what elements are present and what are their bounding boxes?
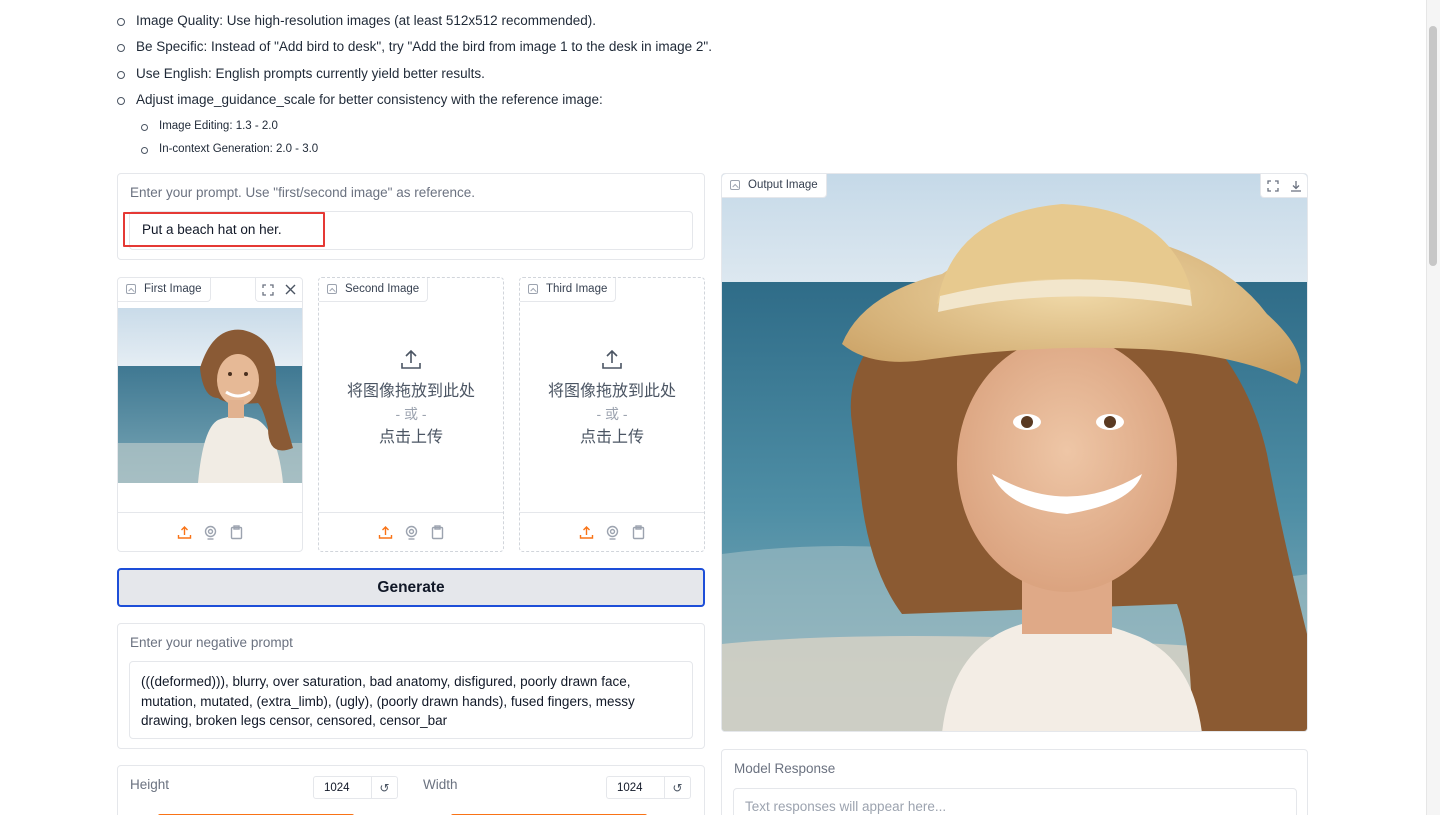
third-image-tag: Third Image xyxy=(520,278,617,302)
reset-icon[interactable]: ↺ xyxy=(665,777,690,798)
output-controls xyxy=(1260,174,1307,198)
fullscreen-icon[interactable] xyxy=(256,278,279,301)
tip-item: Image Quality: Use high-resolution image… xyxy=(114,10,712,36)
drop-text: 将图像拖放到此处 xyxy=(547,383,676,400)
generate-button[interactable]: Generate xyxy=(117,568,705,607)
clipboard-icon[interactable] xyxy=(429,524,445,540)
third-image-label: Third Image xyxy=(546,283,608,295)
second-image-footer xyxy=(319,512,503,551)
output-image-label: Output Image xyxy=(748,179,818,191)
upload-icon[interactable] xyxy=(176,524,192,540)
download-icon[interactable] xyxy=(1284,174,1307,197)
drop-text: 将图像拖放到此处 xyxy=(346,383,475,400)
webcam-icon[interactable] xyxy=(604,524,620,540)
third-image-dropzone[interactable]: 将图像拖放到此处 - 或 - 点击上传 xyxy=(520,348,704,449)
prompt-label: Enter your prompt. Use "first/second ima… xyxy=(130,185,475,200)
height-label: Height xyxy=(130,777,170,792)
page-scrollbar[interactable] xyxy=(1426,0,1440,815)
click-upload-text: 点击上传 xyxy=(579,429,644,446)
image-icon xyxy=(528,284,538,294)
third-image-card[interactable]: Third Image 将图像拖放到此处 - 或 - 点击上传 xyxy=(519,277,705,552)
fullscreen-icon[interactable] xyxy=(1261,174,1284,197)
negative-prompt-label: Enter your negative prompt xyxy=(130,635,293,650)
tip-subitem: Image Editing: 1.3 - 2.0 xyxy=(114,115,712,138)
drop-or-text: - 或 - xyxy=(395,406,427,422)
scrollbar-thumb[interactable] xyxy=(1429,26,1437,266)
prompt-panel: Enter your prompt. Use "first/second ima… xyxy=(117,173,705,260)
second-image-tag: Second Image xyxy=(319,278,429,302)
upload-icon xyxy=(602,349,622,369)
second-image-card[interactable]: Second Image 将图像拖放到此处 - 或 - 点击上传 xyxy=(318,277,504,552)
tip-subitem: In-context Generation: 2.0 - 3.0 xyxy=(114,138,712,161)
height-input-group: 1024 ↺ xyxy=(313,776,398,799)
click-upload-text: 点击上传 xyxy=(378,429,443,446)
upload-icon[interactable] xyxy=(377,524,393,540)
output-image-panel: Output Image xyxy=(721,173,1308,732)
drop-or-text: - 或 - xyxy=(596,406,628,422)
first-image-photo xyxy=(118,308,302,483)
webcam-icon[interactable] xyxy=(403,524,419,540)
first-image-tag: First Image xyxy=(118,278,211,302)
clipboard-icon[interactable] xyxy=(228,524,244,540)
model-response-label: Model Response xyxy=(734,761,836,776)
first-image-card[interactable]: First Image xyxy=(117,277,303,552)
close-icon[interactable] xyxy=(279,278,302,301)
width-input[interactable]: 1024 xyxy=(607,777,665,798)
output-photo xyxy=(722,174,1307,731)
tip-item: Adjust image_guidance_scale for better c… xyxy=(114,89,712,115)
image-icon xyxy=(327,284,337,294)
first-image-controls xyxy=(255,278,302,302)
image-icon xyxy=(730,180,740,190)
model-response-panel: Model Response Text responses will appea… xyxy=(721,749,1308,815)
upload-icon[interactable] xyxy=(578,524,594,540)
prompt-input[interactable]: Put a beach hat on her. xyxy=(129,211,693,250)
negative-prompt-input[interactable]: (((deformed))), blurry, over saturation,… xyxy=(129,661,693,739)
model-response-box[interactable]: Text responses will appear here... xyxy=(733,788,1297,815)
size-panel: Height 1024 ↺ Width 1024 ↺ xyxy=(117,765,705,815)
tip-item: Be Specific: Instead of "Add bird to des… xyxy=(114,36,712,62)
third-image-footer xyxy=(520,512,704,551)
webcam-icon[interactable] xyxy=(202,524,218,540)
second-image-dropzone[interactable]: 将图像拖放到此处 - 或 - 点击上传 xyxy=(319,348,503,449)
tips-list: Image Quality: Use high-resolution image… xyxy=(114,10,712,161)
clipboard-icon[interactable] xyxy=(630,524,646,540)
output-image-tag: Output Image xyxy=(722,174,827,198)
first-image-label: First Image xyxy=(144,283,202,295)
tip-item: Use English: English prompts currently y… xyxy=(114,63,712,89)
image-icon xyxy=(126,284,136,294)
reset-icon[interactable]: ↺ xyxy=(372,777,397,798)
second-image-label: Second Image xyxy=(345,283,420,295)
width-label: Width xyxy=(423,777,458,792)
width-input-group: 1024 ↺ xyxy=(606,776,691,799)
upload-icon xyxy=(401,349,421,369)
negative-prompt-panel: Enter your negative prompt (((deformed))… xyxy=(117,623,705,749)
first-image-footer xyxy=(118,512,302,551)
height-input[interactable]: 1024 xyxy=(314,777,372,798)
